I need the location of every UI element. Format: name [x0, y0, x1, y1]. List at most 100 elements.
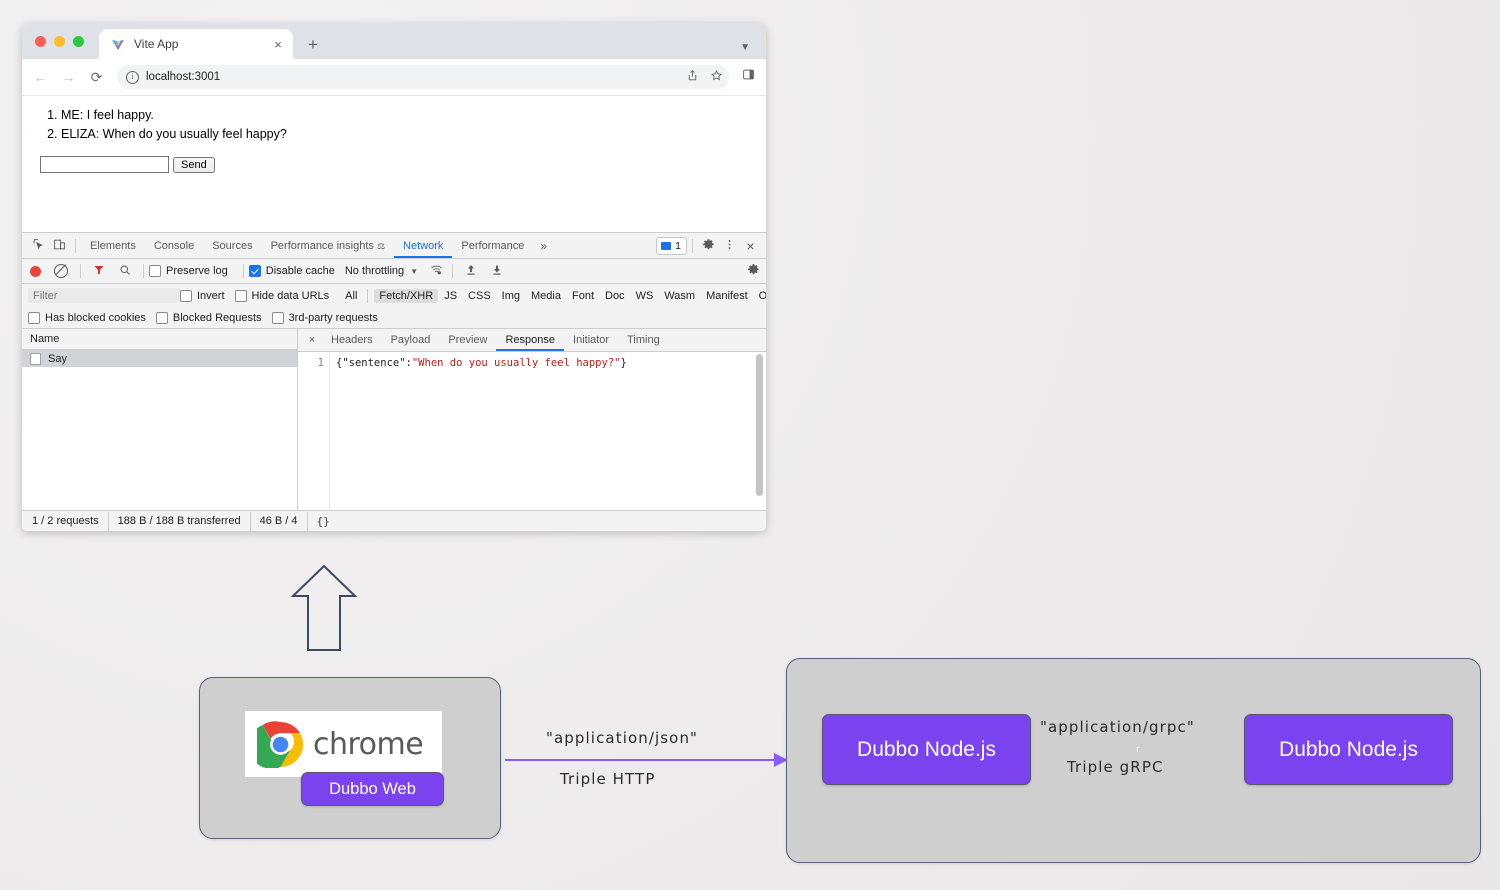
address-bar[interactable]: i localhost:3001 — [117, 65, 729, 89]
resource-filter-font[interactable]: Font — [567, 289, 599, 303]
tab-performance[interactable]: Performance — [452, 234, 533, 258]
minimize-window-button[interactable] — [54, 36, 65, 47]
has-blocked-cookies-toggle[interactable]: Has blocked cookies — [28, 312, 146, 324]
clear-icon[interactable] — [54, 264, 68, 278]
browser-tab[interactable]: Vite App × — [99, 29, 293, 59]
chat-input-row: Send — [40, 156, 752, 173]
invert-toggle[interactable]: Invert — [180, 290, 225, 302]
page-content: ME: I feel happy. ELIZA: When do you usu… — [22, 96, 766, 232]
filter-funnel-icon[interactable] — [93, 264, 105, 279]
bookmark-star-icon[interactable] — [710, 69, 723, 85]
stray-glyph: r — [1136, 745, 1140, 755]
resource-filter-manifest[interactable]: Manifest — [701, 289, 753, 303]
network-filter-bar: Invert Hide data URLs All Fetch/XHR JS C… — [22, 284, 766, 307]
third-party-requests-toggle[interactable]: 3rd-party requests — [272, 312, 378, 324]
resource-filter-other[interactable]: Other — [754, 289, 766, 303]
import-har-icon[interactable] — [465, 264, 477, 279]
dubbo-nodejs-client-node: Dubbo Node.js — [1244, 714, 1453, 785]
divider — [692, 239, 693, 253]
more-vertical-icon[interactable] — [719, 238, 740, 254]
side-panel-icon[interactable] — [742, 68, 755, 86]
close-tab-button[interactable]: × — [271, 38, 285, 51]
tab-performance-insights[interactable]: Performance insights ⚖ — [262, 234, 394, 258]
resource-filter-img[interactable]: Img — [497, 289, 525, 303]
blocked-requests-checkbox[interactable] — [156, 312, 168, 324]
share-icon[interactable] — [686, 69, 699, 85]
message-input[interactable] — [40, 156, 169, 173]
tab-elements[interactable]: Elements — [81, 234, 145, 258]
conversation-list: ME: I feel happy. ELIZA: When do you usu… — [40, 106, 752, 144]
network-conditions-icon[interactable] — [430, 264, 443, 279]
close-devtools-icon[interactable]: × — [740, 238, 761, 254]
forward-button[interactable]: → — [61, 70, 76, 84]
hide-data-urls-checkbox[interactable] — [235, 290, 247, 302]
edge-label-triple-http: Triple HTTP — [560, 770, 655, 788]
dubbo-web-node: Dubbo Web — [301, 772, 444, 806]
export-har-icon[interactable] — [491, 264, 503, 279]
disable-cache-toggle[interactable]: Disable cache — [249, 265, 335, 277]
tab-response[interactable]: Response — [496, 330, 564, 351]
hide-data-urls-toggle[interactable]: Hide data URLs — [235, 290, 330, 302]
new-tab-button[interactable]: + — [304, 36, 322, 53]
resource-filter-css[interactable]: CSS — [463, 289, 496, 303]
devtools-panel: Elements Console Sources Performance ins… — [22, 232, 766, 531]
resource-filter-fetch-xhr[interactable]: Fetch/XHR — [374, 289, 438, 303]
resource-filter-all[interactable]: All — [340, 289, 362, 303]
inspect-element-icon[interactable] — [28, 238, 49, 254]
throttling-select[interactable]: No throttling ▼ — [345, 265, 426, 277]
table-row[interactable]: Say — [22, 350, 297, 367]
response-body: 1 {"sentence":"When do you usually feel … — [298, 352, 766, 510]
list-item: ELIZA: When do you usually feel happy? — [61, 125, 752, 144]
send-button[interactable]: Send — [173, 157, 215, 173]
tab-initiator[interactable]: Initiator — [564, 330, 618, 351]
close-detail-icon[interactable]: × — [302, 334, 322, 346]
divider — [75, 239, 76, 253]
experiment-icon: ⚖ — [377, 241, 385, 251]
resource-filter-wasm[interactable]: Wasm — [659, 289, 700, 303]
resource-filter-doc[interactable]: Doc — [600, 289, 630, 303]
site-info-icon[interactable]: i — [126, 71, 139, 84]
tab-timing[interactable]: Timing — [618, 330, 669, 351]
preserve-log-checkbox[interactable] — [149, 265, 161, 277]
chevron-down-icon: ▼ — [410, 267, 418, 276]
search-icon[interactable] — [119, 264, 131, 279]
network-status-bar: 1 / 2 requests 188 B / 188 B transferred… — [22, 510, 766, 531]
tab-preview[interactable]: Preview — [439, 330, 496, 351]
blocked-requests-label: Blocked Requests — [173, 312, 262, 324]
resource-filter-ws[interactable]: WS — [631, 289, 659, 303]
has-blocked-cookies-checkbox[interactable] — [28, 312, 40, 324]
scrollbar[interactable] — [755, 354, 764, 496]
device-toolbar-icon[interactable] — [49, 238, 70, 254]
divider — [452, 264, 453, 278]
third-party-requests-checkbox[interactable] — [272, 312, 284, 324]
chevron-down-icon[interactable]: ▼ — [740, 42, 750, 53]
disable-cache-checkbox[interactable] — [249, 265, 261, 277]
blocked-requests-toggle[interactable]: Blocked Requests — [156, 312, 262, 324]
preserve-log-toggle[interactable]: Preserve log — [149, 265, 228, 277]
gear-icon[interactable] — [698, 238, 719, 254]
maximize-window-button[interactable] — [73, 36, 84, 47]
back-button[interactable]: ← — [33, 70, 48, 84]
invert-label: Invert — [197, 290, 225, 302]
network-settings-gear-icon[interactable] — [747, 263, 760, 279]
response-code[interactable]: {"sentence":"When do you usually feel ha… — [330, 352, 766, 510]
tab-network[interactable]: Network — [394, 234, 452, 258]
resource-filter-js[interactable]: JS — [439, 289, 462, 303]
filter-input[interactable] — [28, 288, 180, 303]
record-button[interactable] — [30, 266, 41, 277]
tab-title: Vite App — [134, 37, 262, 51]
close-window-button[interactable] — [35, 36, 46, 47]
tab-sources[interactable]: Sources — [203, 234, 261, 258]
message-icon — [661, 242, 671, 250]
tab-performance-insights-label: Performance insights — [271, 240, 374, 252]
message-count-badge[interactable]: 1 — [656, 237, 687, 255]
more-tabs-icon[interactable]: » — [533, 239, 554, 253]
resource-filter-media[interactable]: Media — [526, 289, 566, 303]
tab-headers[interactable]: Headers — [322, 330, 382, 351]
reload-button[interactable]: ⟳ — [89, 70, 104, 84]
status-requests: 1 / 2 requests — [22, 512, 109, 531]
tab-console[interactable]: Console — [145, 234, 203, 258]
invert-checkbox[interactable] — [180, 290, 192, 302]
request-name: Say — [48, 353, 67, 365]
tab-payload[interactable]: Payload — [382, 330, 440, 351]
